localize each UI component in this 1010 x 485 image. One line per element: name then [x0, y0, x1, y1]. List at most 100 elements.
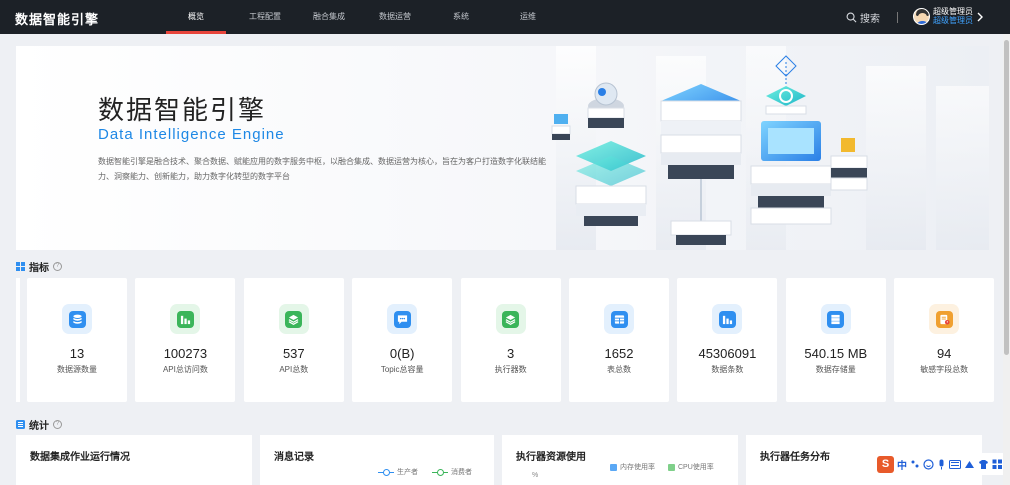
nav-item-project-config[interactable]: 工程配置 [226, 0, 304, 34]
panel-job-runs: 数据集成作业运行情况 [16, 435, 252, 485]
database-icon [68, 310, 86, 328]
nav-item-integration[interactable]: 融合集成 [304, 0, 354, 34]
avatar[interactable] [913, 8, 930, 25]
metric-card-api-total-visits[interactable]: 100273 API总访问数 [135, 278, 236, 402]
ime-language[interactable]: 中 [897, 457, 907, 472]
legend-label: 生产者 [397, 469, 418, 476]
legend-cpu[interactable]: CPU使用率 [668, 462, 714, 472]
metric-value: 1652 [604, 346, 634, 361]
metric-card-data-storage[interactable]: 540.15 MB 数据存储量 [785, 278, 886, 402]
app-title: 数据智能引擎 [15, 12, 100, 27]
search-button[interactable]: 搜索 [846, 10, 880, 25]
metric-label: 敏感字段总数 [920, 365, 969, 374]
punctuation-icon[interactable] [910, 459, 920, 469]
metric-value: 540.15 MB [804, 346, 868, 361]
chevron-right-icon[interactable] [975, 11, 985, 23]
nav-item-system[interactable]: 系统 [436, 0, 486, 34]
keyboard-icon[interactable] [949, 459, 961, 469]
database-icon-badge [62, 304, 92, 334]
layers-icon-badge [278, 304, 309, 334]
microphone-icon[interactable] [937, 459, 946, 470]
search-icon [846, 12, 857, 23]
data-center-illustration-icon [551, 46, 989, 250]
metric-label: 数据源数量 [57, 365, 97, 374]
message-icon [393, 310, 411, 328]
panel-executor-resources: 执行器资源使用 内存使用率 CPU使用率 % [502, 435, 738, 485]
metric-value: 45306091 [698, 346, 757, 361]
user-role: 超级管理员 [933, 16, 973, 25]
legend-line-icon [432, 468, 448, 476]
metric-value: 94 [936, 346, 952, 361]
skin-icon[interactable] [964, 459, 975, 470]
legend-label: 内存使用率 [620, 464, 655, 471]
bar-chart-icon-badge [712, 304, 743, 334]
metric-label: API总数 [279, 365, 309, 374]
tshirt-icon[interactable] [978, 459, 989, 470]
panel-title: 执行器资源使用 [516, 452, 586, 463]
panel-title: 执行器任务分布 [760, 452, 830, 463]
header-divider [897, 12, 898, 23]
emoji-icon[interactable] [923, 458, 934, 470]
top-bar: 数据智能引擎 概览 工程配置 融合集成 数据运营 系统 运维 搜索 超级管理员 … [0, 0, 1010, 34]
help-icon[interactable]: ? [53, 420, 62, 429]
nav-item-maintenance[interactable]: 运维 [486, 0, 570, 34]
nav-item-data-ops[interactable]: 数据运营 [354, 0, 436, 34]
metric-label: 表总数 [607, 365, 631, 374]
search-label: 搜索 [860, 14, 880, 25]
metric-card-partial [16, 278, 20, 402]
metrics-title: 指标 [29, 263, 49, 274]
banner-subtitle: Data Intelligence Engine [98, 126, 285, 143]
legend-swatch-icon [610, 463, 617, 471]
stats-title: 统计 [29, 421, 49, 432]
bar-chart-icon [718, 310, 736, 328]
grid-icon [16, 262, 25, 271]
panel-title: 数据集成作业运行情况 [30, 452, 130, 463]
metric-value: 0(B) [389, 346, 415, 361]
metric-card-topic-capacity[interactable]: 0(B) Topic总容量 [352, 278, 453, 402]
axis-unit: % [532, 472, 539, 479]
layers-icon [502, 310, 520, 328]
table-icon-badge [604, 304, 634, 334]
document-alert-icon [935, 310, 953, 328]
stats-icon [16, 420, 25, 429]
server-icon [827, 310, 845, 328]
metric-card-executor-count[interactable]: 3 执行器数 [460, 278, 561, 402]
banner-title: 数据智能引擎 [98, 95, 267, 125]
metric-card-datasource-count[interactable]: 13 数据源数量 [27, 278, 127, 402]
panel-message-records: 消息记录 生产者 消费者 [260, 435, 494, 485]
metric-card-table-total[interactable]: 1652 表总数 [569, 278, 669, 402]
page-scrollbar[interactable] [1003, 34, 1010, 485]
legend-swatch-icon [668, 463, 675, 471]
metric-label: 执行器数 [494, 365, 527, 374]
document-alert-icon-badge [929, 304, 960, 334]
legend-consumer[interactable]: 消费者 [432, 467, 472, 477]
legend-line-icon [378, 468, 394, 476]
legend-label: 消费者 [451, 469, 472, 476]
legend-memory[interactable]: 内存使用率 [610, 462, 655, 472]
user-info[interactable]: 超级管理员 超级管理员 [933, 7, 973, 25]
metric-value: 100273 [163, 346, 208, 361]
panel-title: 消息记录 [274, 452, 314, 463]
banner-description: 数据智能引擎是融合技术、聚合数据、赋能应用的数字服务中枢，以融合集成、数据运营为… [98, 157, 546, 181]
metric-card-api-total[interactable]: 537 API总数 [243, 278, 344, 402]
metric-label: API总访问数 [162, 365, 208, 374]
ime-toolbar[interactable]: S 中 [874, 453, 1010, 475]
ime-logo-icon: S [877, 455, 894, 473]
layers-icon-badge [495, 304, 526, 334]
table-icon [610, 310, 628, 328]
user-name: 超级管理员 [933, 7, 973, 16]
message-icon-badge [387, 304, 418, 334]
server-icon-badge [820, 304, 851, 334]
metric-value: 3 [506, 346, 515, 361]
main-nav: 概览 工程配置 融合集成 数据运营 系统 运维 [166, 0, 570, 34]
metric-card-sensitive-fields[interactable]: 94 敏感字段总数 [894, 278, 995, 402]
metric-card-data-rows[interactable]: 45306091 数据条数 [677, 278, 778, 402]
toolbox-icon[interactable] [992, 459, 1003, 470]
legend-label: CPU使用率 [678, 464, 714, 471]
nav-item-overview[interactable]: 概览 [166, 0, 226, 34]
scrollbar-thumb[interactable] [1004, 40, 1009, 355]
metrics-section-header: 指标 ? [16, 259, 62, 274]
legend-producer[interactable]: 生产者 [378, 467, 418, 477]
help-icon[interactable]: ? [53, 262, 62, 271]
stats-section-header: 统计 ? [16, 417, 62, 432]
